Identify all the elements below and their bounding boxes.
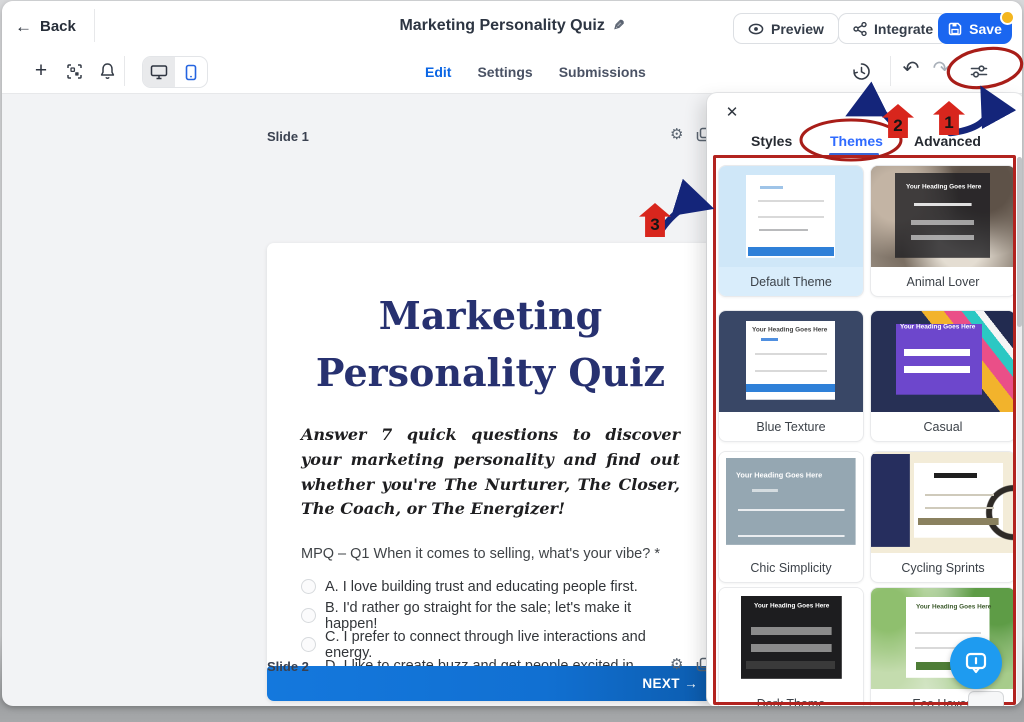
- theme-thumb-blue-texture: Your Heading Goes Here: [719, 311, 863, 412]
- support-chat-button[interactable]: [950, 637, 1002, 689]
- share-nodes-icon: [853, 22, 867, 36]
- save-notification-dot: [1000, 10, 1015, 25]
- builder-tabs: Edit Settings Submissions: [425, 50, 646, 93]
- theme-card-default[interactable]: Default Theme: [718, 165, 864, 297]
- theme-card-casual[interactable]: Your Heading Goes Here Casual: [870, 310, 1016, 442]
- theme-thumb-casual: Your Heading Goes Here: [871, 311, 1015, 412]
- theme-card-blue-texture[interactable]: Your Heading Goes Here Blue Texture: [718, 310, 864, 442]
- back-label: Back: [40, 18, 76, 35]
- toolbar-divider-right: [890, 56, 891, 86]
- edit-title-pencil-icon[interactable]: ✎: [613, 17, 625, 34]
- theme-card-animal-lover[interactable]: Your Heading Goes Here Animal Lover: [870, 165, 1016, 297]
- slide1-settings-gear-icon[interactable]: ⚙: [670, 127, 683, 142]
- mobile-icon: [185, 64, 197, 81]
- radio-c[interactable]: [301, 637, 316, 652]
- theme-card-cycling-sprints[interactable]: Cycling Sprints: [870, 451, 1016, 583]
- integrate-label: Integrate: [874, 21, 933, 37]
- notifications-bell-icon[interactable]: [94, 58, 120, 84]
- panel-tab-advanced[interactable]: Advanced: [914, 133, 981, 149]
- theme-label: Blue Texture: [719, 412, 863, 441]
- option-label-b: B. I'd rather go straight for the sale; …: [325, 600, 680, 632]
- slide1-label: Slide 1: [267, 129, 309, 144]
- thumb-heading: Your Heading Goes Here: [916, 604, 991, 610]
- hidden-widget-stub: [968, 691, 1004, 706]
- header-divider: [94, 9, 95, 42]
- eye-icon: [748, 23, 764, 35]
- theme-card-dark-theme[interactable]: Your Heading Goes Here Dark Theme: [718, 587, 864, 706]
- theme-label: Animal Lover: [871, 267, 1015, 296]
- form-designer-sliders-icon[interactable]: [966, 58, 992, 84]
- save-floppy-icon: [948, 22, 962, 36]
- integrate-button[interactable]: Integrate: [838, 13, 948, 44]
- save-button[interactable]: Save: [938, 13, 1012, 44]
- toolbar: +: [2, 50, 1022, 94]
- form-flow-icon[interactable]: [61, 58, 87, 84]
- themes-tab-underline: [829, 153, 879, 156]
- radio-a[interactable]: [301, 579, 316, 594]
- close-panel-icon[interactable]: ✕: [722, 102, 742, 122]
- theme-thumb-cycling-sprints: [871, 452, 1015, 553]
- thumb-heading: Your Heading Goes Here: [906, 184, 981, 190]
- radio-b[interactable]: [301, 608, 316, 623]
- mobile-view-toggle[interactable]: [175, 57, 207, 87]
- slide2-label: Slide 2: [267, 659, 309, 674]
- slide1-card[interactable]: Marketing Personality Quiz Answer 7 quic…: [267, 243, 714, 701]
- quiz-title-line1: Marketing: [267, 287, 714, 344]
- theme-label: Cycling Sprints: [871, 553, 1015, 582]
- tab-submissions[interactable]: Submissions: [559, 64, 646, 80]
- option-label-a: A. I love building trust and educating p…: [325, 579, 638, 595]
- add-element-button[interactable]: +: [28, 58, 54, 84]
- toolbar-divider: [124, 56, 125, 86]
- next-label: NEXT →: [642, 676, 698, 691]
- tab-edit[interactable]: Edit: [425, 64, 451, 80]
- thumb-heading: Your Heading Goes Here: [752, 327, 827, 333]
- desktop-view-toggle[interactable]: [143, 57, 175, 87]
- undo-icon[interactable]: ↶: [898, 55, 924, 81]
- quiz-question: MPQ – Q1 When it comes to selling, what'…: [301, 546, 680, 562]
- tab-settings[interactable]: Settings: [477, 64, 532, 80]
- theme-thumb-chic-simplicity: Your Heading Goes Here: [719, 452, 863, 553]
- thumb-heading: Your Heading Goes Here: [900, 324, 975, 330]
- form-title-text: Marketing Personality Quiz: [399, 17, 604, 35]
- back-arrow-icon: ←: [15, 18, 32, 35]
- design-panel: ✕ Styles Themes Advanced Default Theme Y…: [707, 93, 1022, 706]
- back-button[interactable]: ← Back: [15, 12, 76, 40]
- panel-tab-styles[interactable]: Styles: [751, 133, 792, 149]
- thumb-heading: Your Heading Goes Here: [736, 472, 822, 479]
- option-label-c: C. I prefer to connect through live inte…: [325, 629, 680, 661]
- app-screenshot: ← Back Marketing Personality Quiz ✎ Prev…: [0, 0, 1024, 722]
- preview-label: Preview: [771, 21, 824, 37]
- panel-scrollbar[interactable]: [1017, 157, 1022, 703]
- quiz-subtitle: Answer 7 quick questions to discover you…: [301, 423, 680, 522]
- theme-label: Chic Simplicity: [719, 553, 863, 582]
- option-row-a[interactable]: A. I love building trust and educating p…: [301, 572, 680, 601]
- panel-scrollbar-thumb[interactable]: [1017, 157, 1022, 327]
- panel-tab-themes[interactable]: Themes: [830, 133, 883, 149]
- theme-label: Dark Theme: [719, 689, 863, 706]
- revision-history-icon[interactable]: [848, 58, 874, 84]
- header-bar: ← Back Marketing Personality Quiz ✎ Prev…: [2, 1, 1022, 51]
- desktop-icon: [150, 64, 168, 80]
- redo-icon[interactable]: ↷: [928, 55, 954, 81]
- theme-thumb-default: [719, 166, 863, 267]
- device-preview-toggle: [142, 56, 208, 88]
- theme-card-chic-simplicity[interactable]: Your Heading Goes Here Chic Simplicity: [718, 451, 864, 583]
- theme-label: Default Theme: [719, 267, 863, 296]
- save-label: Save: [969, 21, 1002, 37]
- next-button[interactable]: NEXT →: [267, 666, 714, 701]
- slide2-settings-gear-icon[interactable]: ⚙: [670, 657, 683, 672]
- preview-button[interactable]: Preview: [733, 13, 839, 44]
- theme-thumb-animal-lover: Your Heading Goes Here: [871, 166, 1015, 267]
- chat-bubble-icon: [963, 650, 989, 676]
- theme-label: Casual: [871, 412, 1015, 441]
- option-row-c[interactable]: C. I prefer to connect through live inte…: [301, 630, 680, 659]
- option-row-b[interactable]: B. I'd rather go straight for the sale; …: [301, 601, 680, 630]
- quiz-title-line2: Personality Quiz: [267, 344, 714, 401]
- theme-thumb-dark-theme: Your Heading Goes Here: [719, 588, 863, 689]
- quiz-title: Marketing Personality Quiz: [267, 287, 714, 401]
- thumb-heading: Your Heading Goes Here: [754, 603, 829, 609]
- app-window: ← Back Marketing Personality Quiz ✎ Prev…: [2, 1, 1022, 706]
